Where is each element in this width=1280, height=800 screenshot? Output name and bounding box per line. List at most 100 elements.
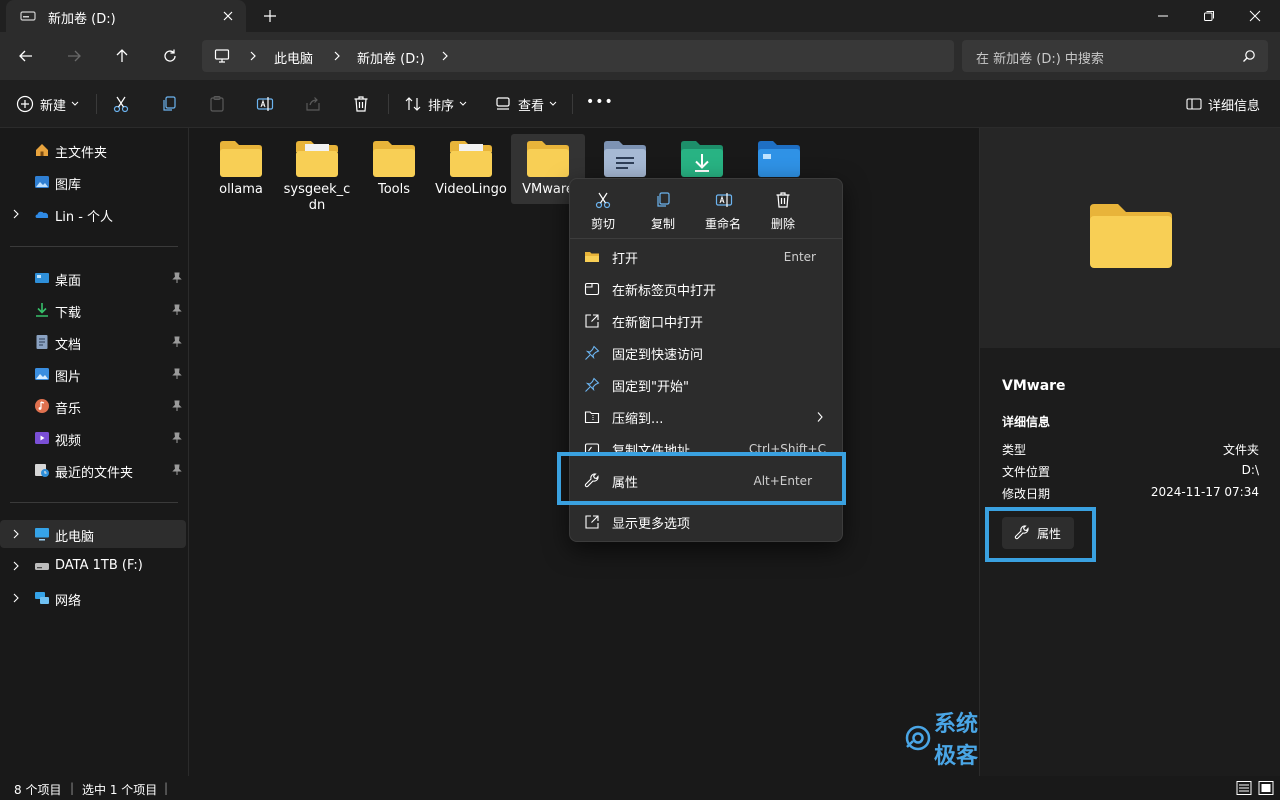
cut-button[interactable]	[112, 94, 130, 114]
documents-folder-icon	[603, 140, 647, 178]
scissors-icon	[595, 191, 611, 209]
sidebar-item-label: 图库	[55, 178, 82, 193]
ctx-delete-button[interactable]: 删除	[758, 189, 808, 235]
tab-close-icon[interactable]	[220, 8, 236, 24]
chevron-right-icon	[332, 50, 342, 62]
share-icon	[304, 95, 322, 113]
details-key-location: 文件位置	[1002, 465, 1051, 479]
large-icons-view-icon[interactable]	[1258, 780, 1274, 796]
watermark-text: 系统极客	[934, 712, 979, 769]
chevron-right-icon[interactable]	[12, 209, 20, 219]
ctx-item-open[interactable]: 打开 Enter	[574, 241, 840, 273]
watermark-logo-icon	[905, 725, 931, 751]
back-button[interactable]	[14, 44, 38, 68]
view-icon	[494, 95, 512, 113]
trash-icon	[775, 191, 791, 209]
share-button[interactable]	[304, 94, 322, 114]
details-value-type: 文件夹	[1222, 443, 1259, 457]
sidebar-item-music[interactable]: 音乐	[0, 392, 186, 420]
sidebar-item-drive-f[interactable]: DATA 1TB (F:)	[0, 552, 186, 580]
paste-button[interactable]	[208, 94, 226, 114]
refresh-button[interactable]	[158, 44, 182, 68]
chevron-down-icon	[549, 101, 557, 107]
folder-item-documents[interactable]	[588, 134, 662, 184]
chevron-right-icon[interactable]	[12, 561, 20, 571]
delete-button[interactable]	[352, 94, 370, 114]
minimize-button[interactable]	[1140, 0, 1186, 32]
sidebar-item-home[interactable]: 主文件夹	[0, 136, 186, 164]
maximize-button[interactable]	[1186, 0, 1232, 32]
ctx-item-label: 在新标签页中打开	[612, 284, 717, 299]
sort-label: 排序	[428, 98, 455, 114]
details-pane: VMware 详细信息 类型 文件夹 文件位置 D:\ 修改日期 2024-11…	[979, 128, 1280, 776]
folder-item-desktop[interactable]	[742, 134, 816, 184]
file-name: VideoLingo	[435, 182, 507, 197]
ctx-copy-button[interactable]: 复制	[638, 189, 688, 235]
sidebar-item-desktop[interactable]: 桌面	[0, 264, 186, 292]
ctx-item-pin-quick-access[interactable]: 固定到快速访问	[574, 337, 840, 369]
sidebar-item-downloads[interactable]: 下载	[0, 296, 186, 324]
sidebar-item-network[interactable]: 网络	[0, 584, 186, 612]
sidebar-item-label: 最近的文件夹	[55, 466, 134, 481]
ctx-item-open-new-window[interactable]: 在新窗口中打开	[574, 305, 840, 337]
sort-button[interactable]: 排序	[404, 94, 467, 114]
folder-with-files-icon	[295, 140, 339, 178]
pin-icon	[172, 304, 182, 316]
view-button[interactable]: 查看	[494, 94, 557, 114]
ctx-item-show-more-options[interactable]: 显示更多选项	[574, 506, 840, 538]
details-value-location: D:\	[1241, 463, 1259, 477]
forward-button[interactable]	[62, 44, 86, 68]
details-section-title: 详细信息	[1002, 415, 1051, 429]
folder-item-ollama[interactable]: ollama	[204, 134, 278, 214]
pin-start-icon	[584, 377, 600, 393]
close-window-button[interactable]	[1232, 0, 1278, 32]
chevron-right-icon[interactable]	[12, 593, 20, 603]
home-icon	[34, 142, 50, 158]
ctx-item-compress[interactable]: 压缩到...	[574, 401, 840, 433]
new-button[interactable]: 新建	[16, 94, 79, 114]
rename-button[interactable]	[256, 94, 274, 114]
breadcrumb-drive-d[interactable]: 新加卷 (D:)	[357, 48, 425, 67]
documents-icon	[34, 334, 50, 350]
sidebar-item-label: Lin - 个人	[55, 210, 114, 225]
ctx-item-shortcut: Enter	[783, 250, 816, 264]
sidebar-item-recent-folders[interactable]: 最近的文件夹	[0, 456, 186, 484]
chevron-right-icon[interactable]	[440, 50, 450, 62]
folder-item-downloads[interactable]	[665, 134, 739, 184]
new-label: 新建	[40, 98, 67, 114]
see-more-button[interactable]: •••	[586, 92, 614, 112]
ctx-rename-button[interactable]: 重命名	[698, 189, 748, 235]
sidebar-item-pictures[interactable]: 图片	[0, 360, 186, 388]
sort-icon	[404, 95, 422, 113]
sidebar-item-label: 主文件夹	[55, 146, 108, 161]
paste-icon	[208, 95, 226, 113]
ctx-item-label: 显示更多选项	[612, 517, 691, 532]
new-tab-icon	[584, 281, 600, 297]
ctx-item-open-new-tab[interactable]: 在新标签页中打开	[574, 273, 840, 305]
ctx-cut-button[interactable]: 剪切	[578, 189, 628, 235]
copy-button[interactable]	[160, 94, 178, 114]
breadcrumb-this-pc[interactable]: 此电脑	[274, 48, 313, 67]
sidebar-item-this-pc[interactable]: 此电脑	[0, 520, 186, 548]
folder-item-videolingo[interactable]: VideoLingo	[434, 134, 508, 224]
ctx-item-label: 固定到快速访问	[612, 348, 704, 363]
search-input[interactable]: 在 新加卷 (D:) 中搜索	[962, 40, 1268, 72]
status-item-count: 8 个项目	[14, 783, 62, 797]
sidebar-item-videos[interactable]: 视频	[0, 424, 186, 452]
up-button[interactable]	[110, 44, 134, 68]
folder-item-sysgeek-cdn[interactable]: sysgeek_cdn	[280, 134, 354, 224]
sidebar-item-gallery[interactable]: 图库	[0, 168, 186, 196]
tab-drive-d[interactable]: 新加卷 (D:)	[6, 0, 246, 32]
new-tab-icon[interactable]	[262, 8, 278, 24]
ctx-item-pin-start[interactable]: 固定到"开始"	[574, 369, 840, 401]
sidebar-item-documents[interactable]: 文档	[0, 328, 186, 356]
sidebar-item-onedrive[interactable]: Lin - 个人	[0, 200, 186, 228]
chevron-right-icon[interactable]	[12, 529, 20, 539]
folder-item-tools[interactable]: Tools	[357, 134, 431, 214]
ctx-item-copy-path[interactable]: 复制文件地址 Ctrl+Shift+C	[574, 433, 840, 453]
address-bar[interactable]: 此电脑 新加卷 (D:)	[202, 40, 954, 72]
watermark: 系统极客	[905, 706, 979, 770]
more-dots-icon: •••	[586, 94, 614, 110]
details-pane-button[interactable]: 详细信息	[1186, 94, 1260, 114]
details-view-icon[interactable]	[1236, 780, 1252, 796]
